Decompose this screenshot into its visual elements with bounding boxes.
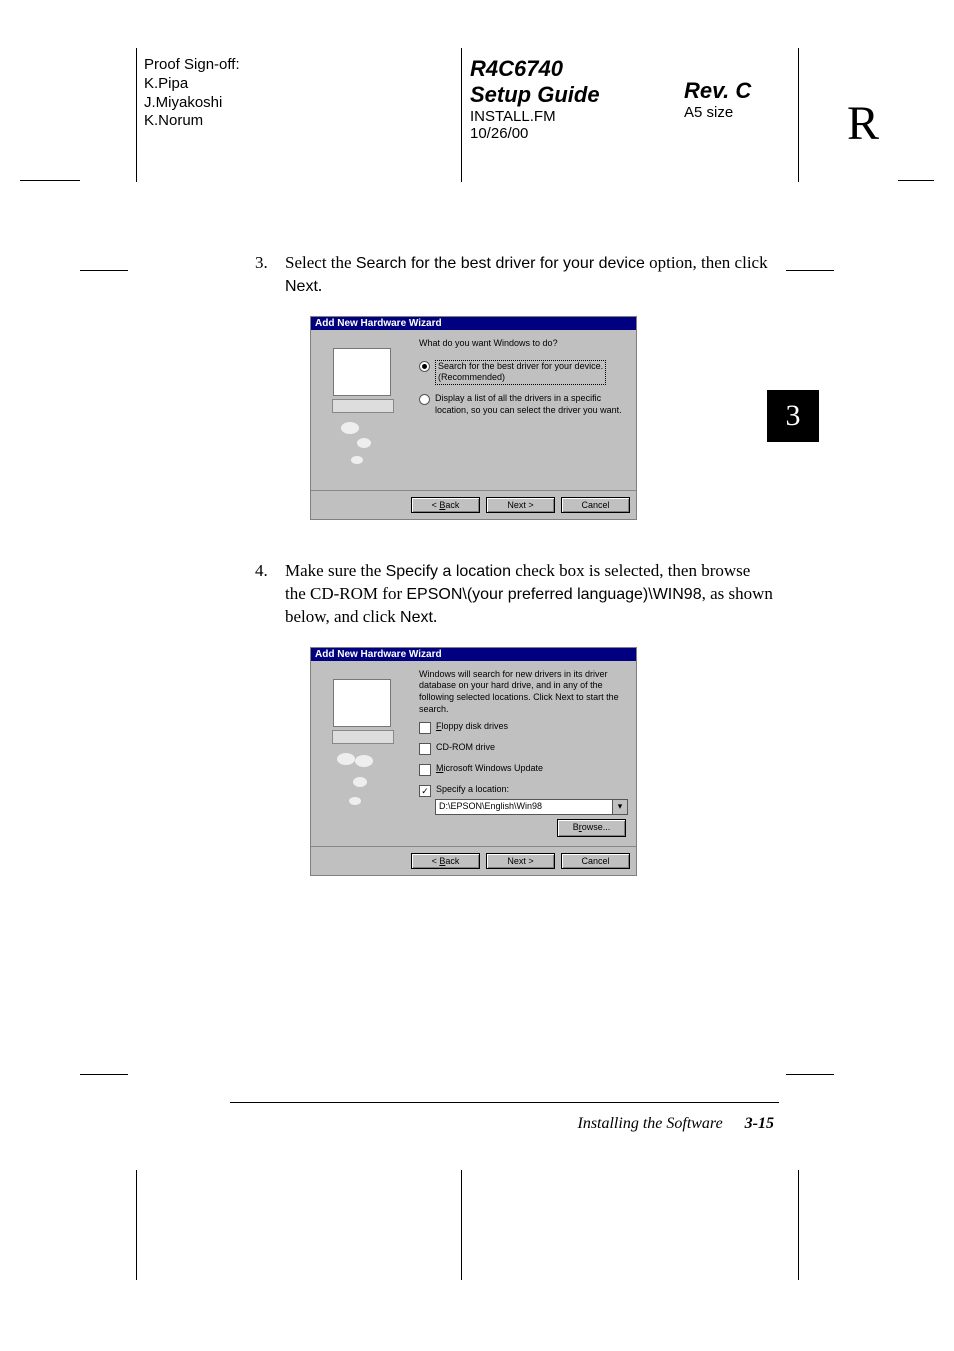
doc-size: A5 size — [684, 104, 751, 121]
divider — [798, 48, 799, 182]
radio-label: Search for the best driver for your devi… — [435, 360, 606, 385]
checkbox-icon — [419, 722, 431, 734]
window-titlebar: Add New Hardware Wizard — [311, 317, 636, 330]
radio-option-search[interactable]: Search for the best driver for your devi… — [419, 360, 628, 385]
crop-mark — [786, 270, 834, 271]
revision-block: Rev. C A5 size — [684, 78, 751, 121]
doc-title-block: R4C6740 Setup Guide INSTALL.FM 10/26/00 — [470, 56, 600, 142]
cloud-icon — [355, 755, 373, 767]
proof-name: K.Norum — [144, 112, 240, 131]
browse-button[interactable]: Browse... — [557, 819, 626, 837]
wizard-prompt: Windows will search for new drivers in i… — [419, 669, 628, 716]
step-3: 3. Select the Search for the best driver… — [255, 252, 775, 298]
checkbox-label: CD-ROM drive — [436, 742, 495, 754]
doc-guide: Setup Guide — [470, 82, 600, 108]
crop-mark — [80, 1074, 128, 1075]
page-footer: Installing the Software 3-15 — [577, 1115, 774, 1133]
checkbox-label: Floppy disk drives — [436, 721, 508, 733]
page-side-mark: R — [847, 96, 879, 151]
step-text: Make sure the Specify a location check b… — [285, 560, 775, 629]
wizard-graphic — [311, 661, 411, 846]
back-button[interactable]: < Back — [411, 497, 480, 513]
checkbox-specify-location[interactable]: ✓ Specify a location: — [419, 784, 628, 797]
checkbox-label: Specify a location: — [436, 784, 509, 796]
radio-option-list[interactable]: Display a list of all the drivers in a s… — [419, 393, 628, 416]
crop-mark — [80, 270, 128, 271]
cancel-button[interactable]: Cancel — [561, 853, 630, 869]
footer-section: Installing the Software — [577, 1115, 722, 1132]
radio-icon — [419, 394, 430, 405]
step-number: 3. — [255, 252, 285, 298]
screenshot-add-hardware-1: Add New Hardware Wizard What do you want… — [310, 316, 637, 520]
divider — [798, 1170, 799, 1280]
divider — [461, 48, 462, 182]
checkbox-floppy[interactable]: Floppy disk drives — [419, 721, 628, 734]
checkbox-icon: ✓ — [419, 785, 431, 797]
computer-icon — [333, 348, 391, 396]
radio-icon — [419, 361, 430, 372]
step-text: Select the Search for the best driver fo… — [285, 252, 775, 298]
chevron-down-icon[interactable]: ▾ — [613, 799, 628, 815]
proof-label: Proof Sign-off: — [144, 56, 240, 75]
cloud-icon — [337, 753, 355, 765]
doc-rev: Rev. C — [684, 78, 751, 104]
window-titlebar: Add New Hardware Wizard — [311, 648, 636, 661]
wizard-prompt: What do you want Windows to do? — [419, 338, 628, 350]
step-number: 4. — [255, 560, 285, 629]
cancel-button[interactable]: Cancel — [561, 497, 630, 513]
crop-mark — [786, 1074, 834, 1075]
screenshot-add-hardware-2: Add New Hardware Wizard Windows will sea… — [310, 647, 637, 876]
proof-signoff: Proof Sign-off: K.Pipa J.Miyakoshi K.Nor… — [144, 56, 240, 131]
page-header: Proof Sign-off: K.Pipa J.Miyakoshi K.Nor… — [0, 48, 954, 198]
footer-page-number: 3-15 — [745, 1115, 774, 1132]
location-field[interactable]: D:\EPSON\English\Win98 — [435, 799, 613, 815]
next-button[interactable]: Next > — [486, 853, 555, 869]
checkbox-icon — [419, 743, 431, 755]
next-button[interactable]: Next > — [486, 497, 555, 513]
footer-rule — [230, 1102, 779, 1103]
radio-label: Display a list of all the drivers in a s… — [435, 393, 628, 416]
cloud-icon — [357, 438, 371, 448]
wizard-graphic — [311, 330, 411, 490]
doc-code: R4C6740 — [470, 56, 600, 82]
location-combobox[interactable]: D:\EPSON\English\Win98 ▾ — [435, 799, 628, 815]
cloud-icon — [353, 777, 367, 787]
checkbox-cdrom[interactable]: CD-ROM drive — [419, 742, 628, 755]
checkbox-windows-update[interactable]: Microsoft Windows Update — [419, 763, 628, 776]
cloud-icon — [351, 456, 363, 464]
doc-date: 10/26/00 — [470, 125, 600, 142]
computer-icon — [333, 679, 391, 727]
step-4: 4. Make sure the Specify a location chec… — [255, 560, 775, 629]
divider — [461, 1170, 462, 1280]
main-content: 3. Select the Search for the best driver… — [255, 252, 775, 916]
cloud-icon — [349, 797, 361, 805]
proof-name: K.Pipa — [144, 75, 240, 94]
proof-name: J.Miyakoshi — [144, 94, 240, 113]
cloud-icon — [341, 422, 359, 434]
divider — [136, 48, 137, 182]
divider — [136, 1170, 137, 1280]
checkbox-icon — [419, 764, 431, 776]
doc-file: INSTALL.FM — [470, 108, 600, 125]
checkbox-label: Microsoft Windows Update — [436, 763, 543, 775]
back-button[interactable]: < Back — [411, 853, 480, 869]
